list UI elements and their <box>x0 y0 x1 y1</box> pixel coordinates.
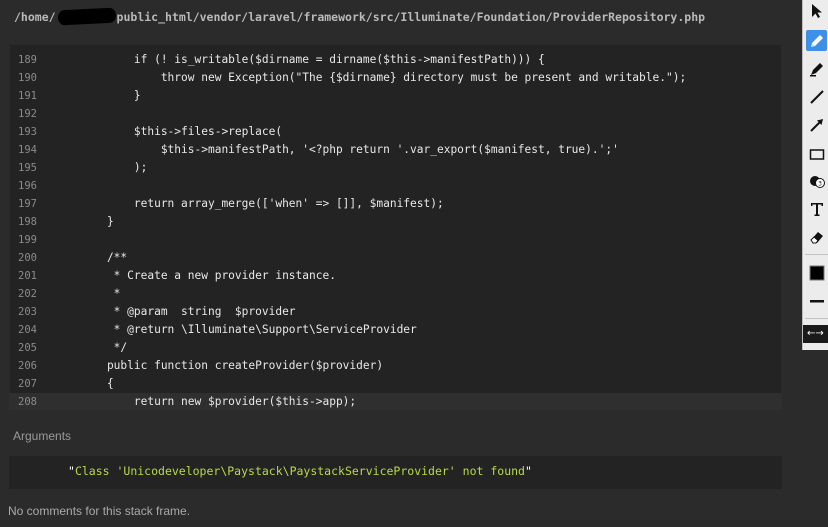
line-code: { <box>80 377 114 390</box>
line-code: * @return \Illuminate\Support\ServicePro… <box>80 323 417 336</box>
line-code: */ <box>80 341 128 354</box>
line-number: 197 <box>18 198 37 210</box>
line-number: 199 <box>18 234 37 246</box>
line-number: 207 <box>18 378 37 390</box>
arrow-icon[interactable] <box>806 114 827 135</box>
line-code: * @param string $provider <box>80 305 296 318</box>
line-number: 200 <box>18 252 37 264</box>
argument-text: Class 'Unicodeveloper\Paystack\PaystackS… <box>74 464 525 478</box>
argument-value: "Class 'Unicodeveloper\Paystack\Paystack… <box>68 464 532 478</box>
line-code: ); <box>80 161 148 174</box>
arguments-heading: Arguments <box>13 429 72 443</box>
color-swatch-icon[interactable] <box>806 262 827 283</box>
rectangle-icon[interactable] <box>806 143 827 164</box>
step-number-icon[interactable]: 3 <box>806 170 827 191</box>
line-number: 195 <box>18 162 37 174</box>
toolbar-separator <box>805 254 828 255</box>
code-line: 204 * @return \Illuminate\Support\Servic… <box>9 321 782 339</box>
line-code: throw new Exception("The {$dirname} dire… <box>80 71 687 84</box>
code-line: 200 /** <box>9 249 782 267</box>
line-number: 202 <box>18 288 37 300</box>
line-code: * Create a new provider instance. <box>80 269 336 282</box>
svg-text:3: 3 <box>818 180 822 187</box>
line-number: 196 <box>18 180 37 192</box>
marker-icon[interactable] <box>806 58 827 79</box>
code-line: 201 * Create a new provider instance. <box>9 267 782 285</box>
line-code: if (! is_writable($dirname = dirname($th… <box>80 53 545 66</box>
code-line: 191 } <box>9 87 782 105</box>
code-line: 206 public function createProvider($prov… <box>9 357 782 375</box>
file-path-suffix: public_html/vendor/laravel/framework/src… <box>116 10 706 24</box>
line-number: 206 <box>18 360 37 372</box>
line-number: 190 <box>18 72 37 84</box>
file-path-prefix: /home/ <box>14 10 56 24</box>
select-arrow-icon[interactable] <box>806 0 827 21</box>
line-code: /** <box>80 251 128 264</box>
line-code: public function createProvider($provider… <box>80 359 384 372</box>
line-code: $this->files->replace( <box>80 125 283 138</box>
arguments-panel: "Class 'Unicodeveloper\Paystack\Paystack… <box>9 456 782 489</box>
code-line: 202 * <box>9 285 782 303</box>
code-line: 197 return array_merge(['when' => []], $… <box>9 195 782 213</box>
line-code: * <box>80 287 121 300</box>
toolbar-expand-arrows-icon[interactable]: ←→ <box>803 325 828 343</box>
line-number: 205 <box>18 342 37 354</box>
line-width-icon[interactable] <box>806 290 827 311</box>
redaction-mark <box>57 7 116 26</box>
code-line: 199 <box>9 231 782 249</box>
text-icon[interactable] <box>806 198 827 219</box>
code-line: 198 } <box>9 213 782 231</box>
code-line: 207 { <box>9 375 782 393</box>
line-code: return new $provider($this->app); <box>80 395 357 408</box>
code-line: 208 return new $provider($this->app); <box>9 393 782 410</box>
line-number: 208 <box>18 396 37 408</box>
line-code: $this->manifestPath, '<?php return '.var… <box>80 143 619 156</box>
argument-open-quote: " <box>68 464 75 478</box>
file-path: /home/public_html/vendor/laravel/framewo… <box>14 7 706 26</box>
code-line: 193 $this->files->replace( <box>9 123 782 141</box>
no-comments-message: No comments for this stack frame. <box>8 504 191 518</box>
code-line: 194 $this->manifestPath, '<?php return '… <box>9 141 782 159</box>
line-number: 204 <box>18 324 37 336</box>
code-snippet-panel: 189 if (! is_writable($dirname = dirname… <box>9 44 782 410</box>
line-number: 198 <box>18 216 37 228</box>
code-line: 189 if (! is_writable($dirname = dirname… <box>9 51 782 69</box>
line-icon[interactable] <box>806 86 827 107</box>
line-code: } <box>80 89 141 102</box>
line-number: 189 <box>18 54 37 66</box>
line-number: 192 <box>18 108 37 120</box>
pen-icon[interactable] <box>806 30 827 51</box>
line-number: 194 <box>18 144 37 156</box>
line-number: 191 <box>18 90 37 102</box>
code-line: 203 * @param string $provider <box>9 303 782 321</box>
line-code: return array_merge(['when' => []], $mani… <box>80 197 444 210</box>
annotation-toolbar: 3 <box>802 0 828 350</box>
line-number: 193 <box>18 126 37 138</box>
code-line: 195 ); <box>9 159 782 177</box>
code-line: 196 <box>9 177 782 195</box>
line-number: 201 <box>18 270 37 282</box>
line-number: 203 <box>18 306 37 318</box>
eraser-icon[interactable] <box>806 226 827 247</box>
code-line: 192 <box>9 105 782 123</box>
argument-close-quote: " <box>524 464 532 478</box>
code-line: 205 */ <box>9 339 782 357</box>
line-code: } <box>80 215 114 228</box>
toolbar-separator <box>805 318 828 319</box>
code-line: 190 throw new Exception("The {$dirname} … <box>9 69 782 87</box>
